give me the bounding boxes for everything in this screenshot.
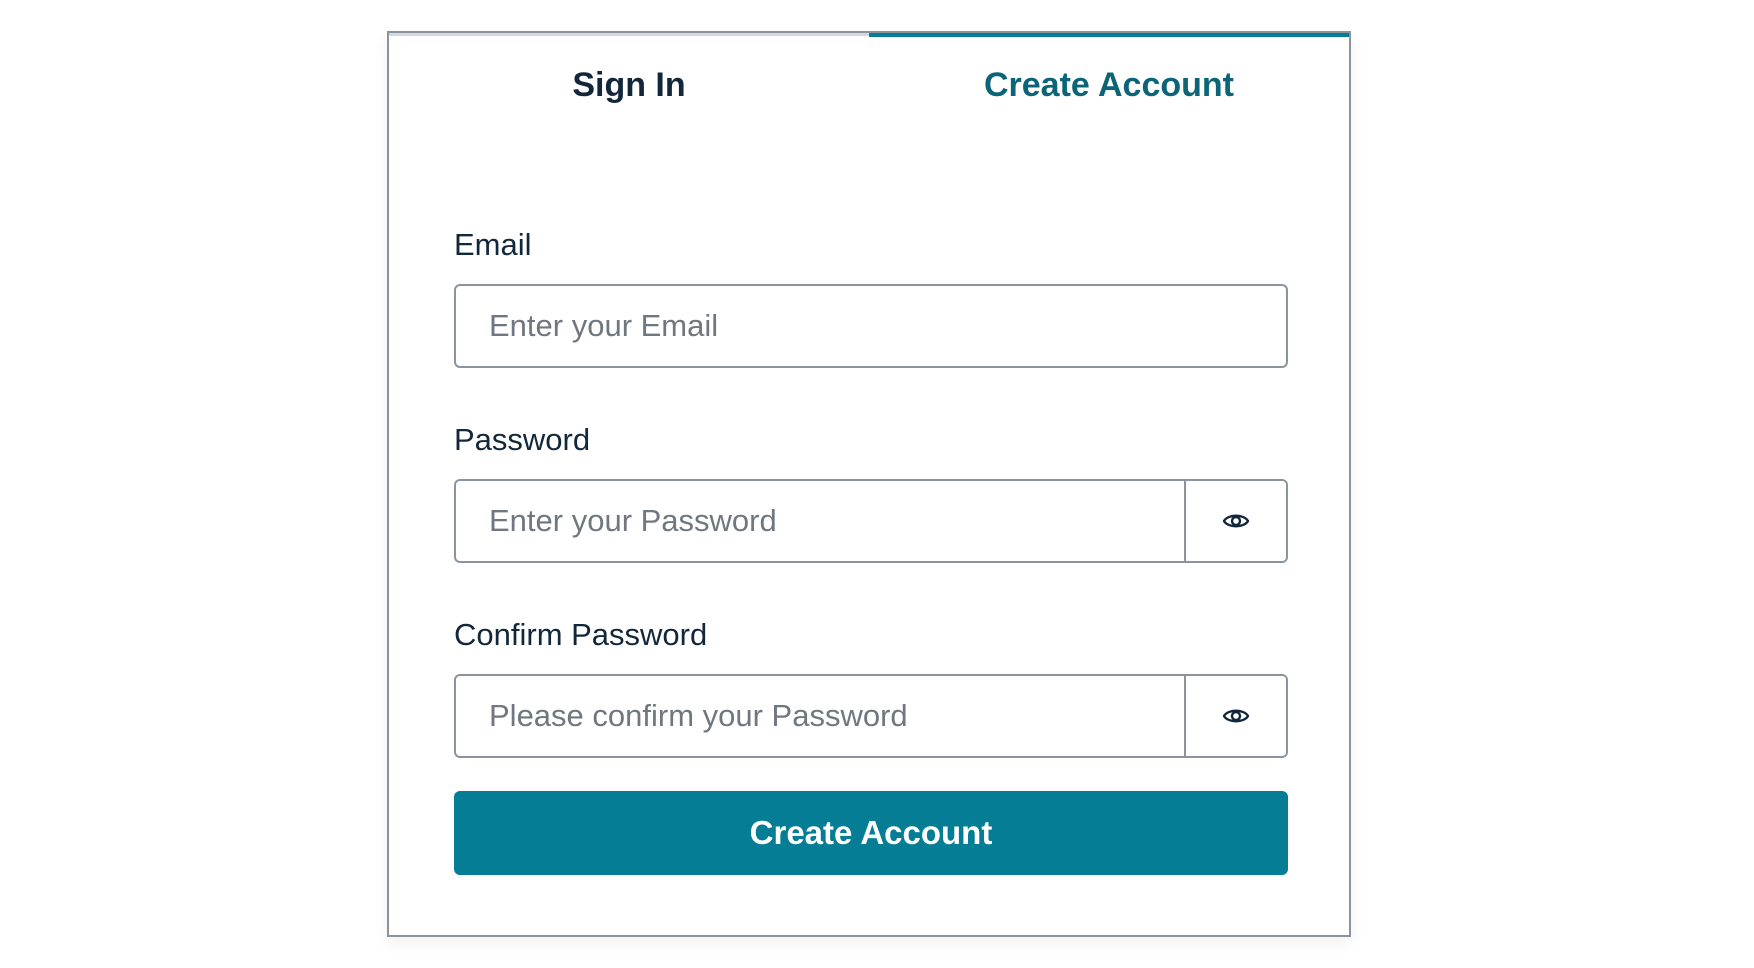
tab-create-account[interactable]: Create Account <box>869 33 1349 151</box>
password-visibility-toggle[interactable] <box>1184 481 1286 561</box>
confirm-password-visibility-toggle[interactable] <box>1184 676 1286 756</box>
create-account-form: Email Password Confirm Password <box>454 227 1288 875</box>
email-label: Email <box>454 227 532 262</box>
eye-icon <box>1222 709 1250 723</box>
email-field[interactable] <box>456 286 1286 366</box>
auth-card: Sign In Create Account Email Password Co… <box>387 31 1351 937</box>
auth-tabs: Sign In Create Account <box>389 33 1349 151</box>
password-label: Password <box>454 422 591 457</box>
email-field-wrapper <box>454 284 1288 368</box>
tab-sign-in[interactable]: Sign In <box>389 33 869 151</box>
confirm-password-field[interactable] <box>456 676 1184 756</box>
create-account-button[interactable]: Create Account <box>454 791 1288 875</box>
eye-icon <box>1222 514 1250 528</box>
confirm-password-label: Confirm Password <box>454 617 708 652</box>
password-field[interactable] <box>456 481 1184 561</box>
confirm-password-field-wrapper <box>454 674 1288 758</box>
password-field-wrapper <box>454 479 1288 563</box>
